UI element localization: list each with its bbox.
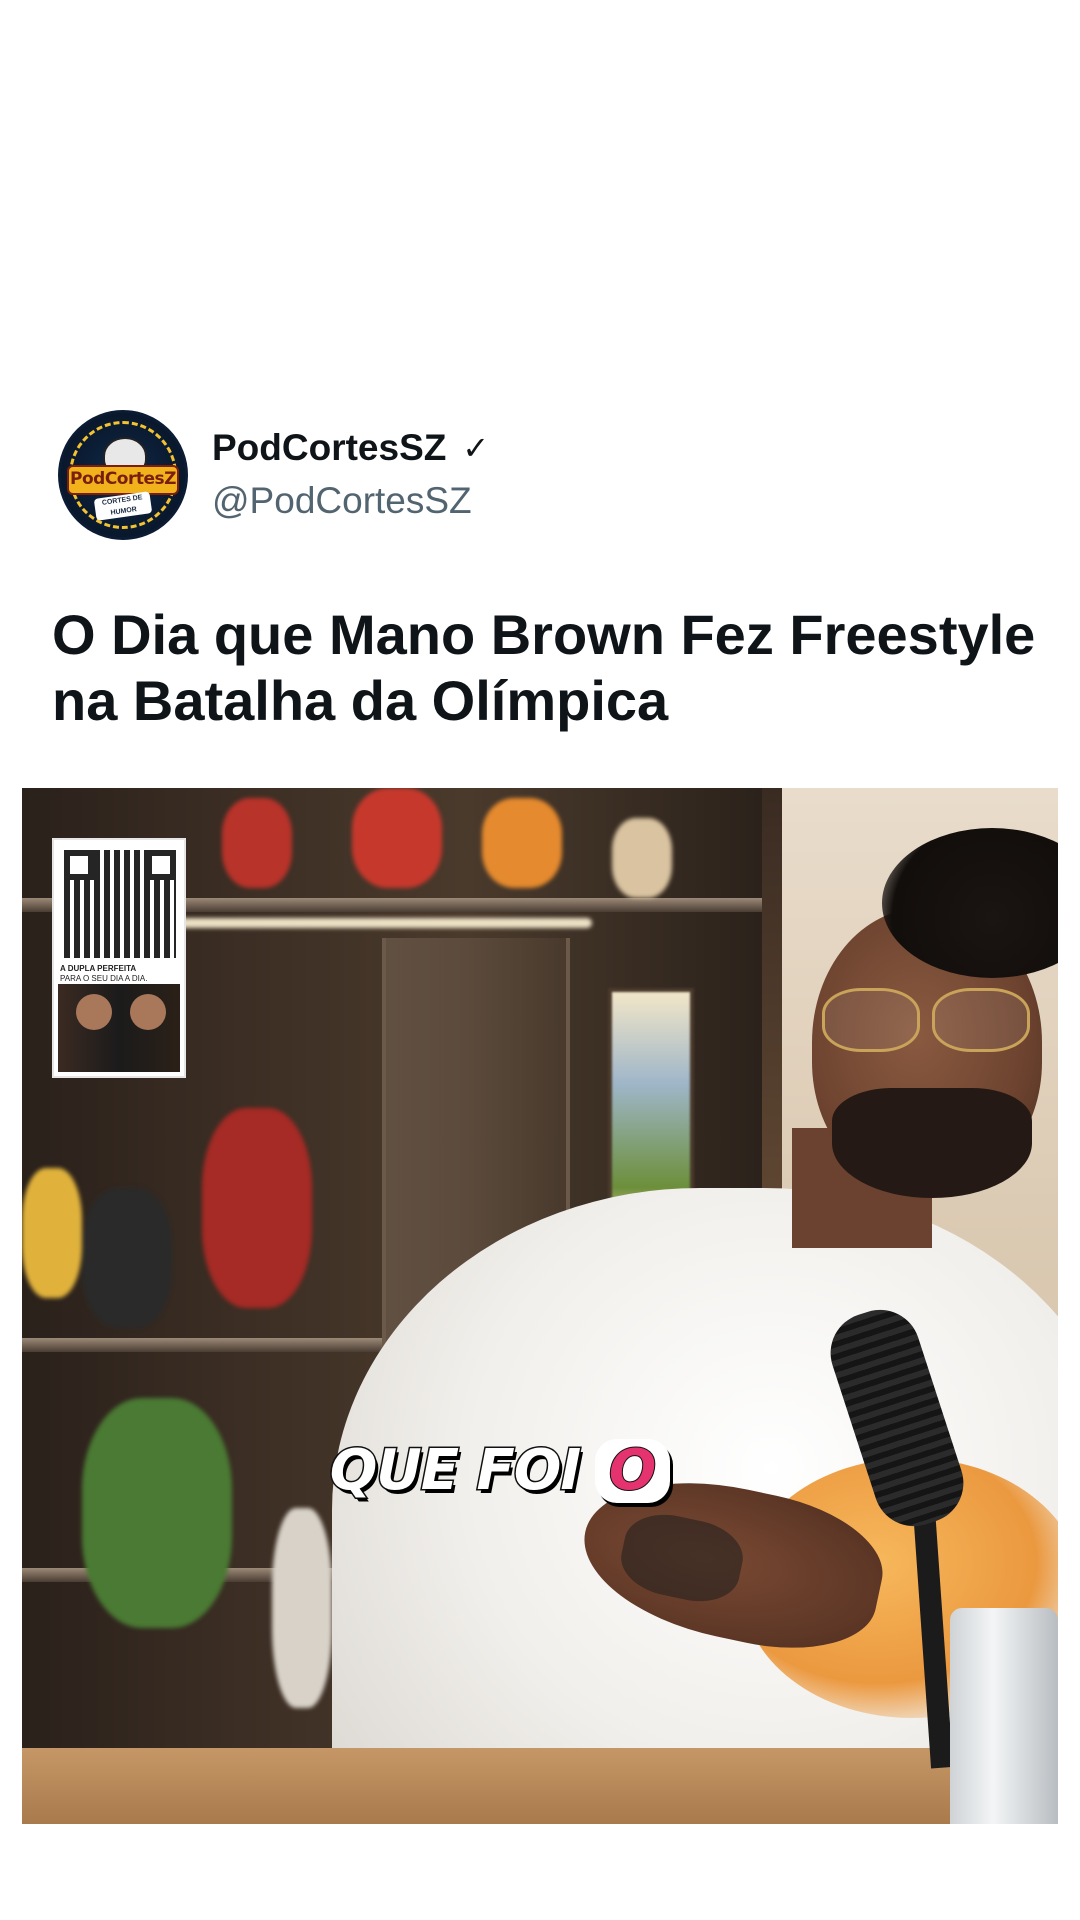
- shelf: [22, 1338, 382, 1352]
- author-text: PodCortesSZ ✓ @PodCortesSZ: [212, 425, 489, 525]
- figurine: [352, 788, 442, 888]
- qr-card-photo: [58, 984, 180, 1072]
- figurine: [272, 1508, 332, 1708]
- caption-inner: QUE FOI O: [328, 1437, 671, 1505]
- person-face: [130, 994, 166, 1030]
- caption-highlight-text: O: [608, 1437, 658, 1503]
- user-handle[interactable]: @PodCortesSZ: [212, 477, 489, 525]
- qr-caption-line1: A DUPLA PERFEITA: [60, 964, 137, 973]
- qr-promo-card[interactable]: A DUPLA PERFEITA PARA O SEU DIA A DIA.: [52, 838, 186, 1078]
- glasses-lens: [932, 988, 1030, 1052]
- person-beard: [832, 1088, 1032, 1198]
- verified-check-icon: ✓: [462, 429, 490, 467]
- name-row: PodCortesSZ ✓: [212, 425, 489, 471]
- qr-code-icon[interactable]: [64, 850, 176, 958]
- avatar-brand-text: PodCortesZ: [67, 465, 179, 495]
- glasses: [822, 988, 1042, 1052]
- person-face: [76, 994, 112, 1030]
- figurine: [82, 1188, 172, 1328]
- figurine: [82, 1398, 232, 1628]
- shelf-light: [172, 918, 592, 928]
- figurine: [612, 818, 672, 898]
- qr-caption-line2: PARA O SEU DIA A DIA.: [60, 974, 148, 983]
- caption-highlight: O: [594, 1437, 671, 1503]
- qr-caption: A DUPLA PERFEITA PARA O SEU DIA A DIA.: [60, 964, 178, 984]
- post-page: PodCortesZ CORTES DE HUMOR PodCortesSZ ✓…: [0, 0, 1080, 1920]
- glasses-lens: [822, 988, 920, 1052]
- post-title: O Dia que Mano Brown Fez Freestyle na Ba…: [52, 603, 1036, 732]
- figurine: [22, 1168, 82, 1298]
- video-caption: QUE FOI O: [22, 1437, 1058, 1505]
- avatar[interactable]: PodCortesZ CORTES DE HUMOR: [58, 410, 188, 540]
- caption-text: QUE FOI: [328, 1437, 583, 1505]
- display-name[interactable]: PodCortesSZ: [212, 425, 446, 471]
- figurine: [222, 798, 292, 888]
- figurine: [202, 1108, 312, 1308]
- drink-can: [950, 1608, 1058, 1824]
- figurine: [482, 798, 562, 888]
- video-frame[interactable]: A DUPLA PERFEITA PARA O SEU DIA A DIA. Q…: [22, 788, 1058, 1824]
- author-header[interactable]: PodCortesZ CORTES DE HUMOR PodCortesSZ ✓…: [58, 410, 489, 540]
- table: [22, 1748, 1058, 1824]
